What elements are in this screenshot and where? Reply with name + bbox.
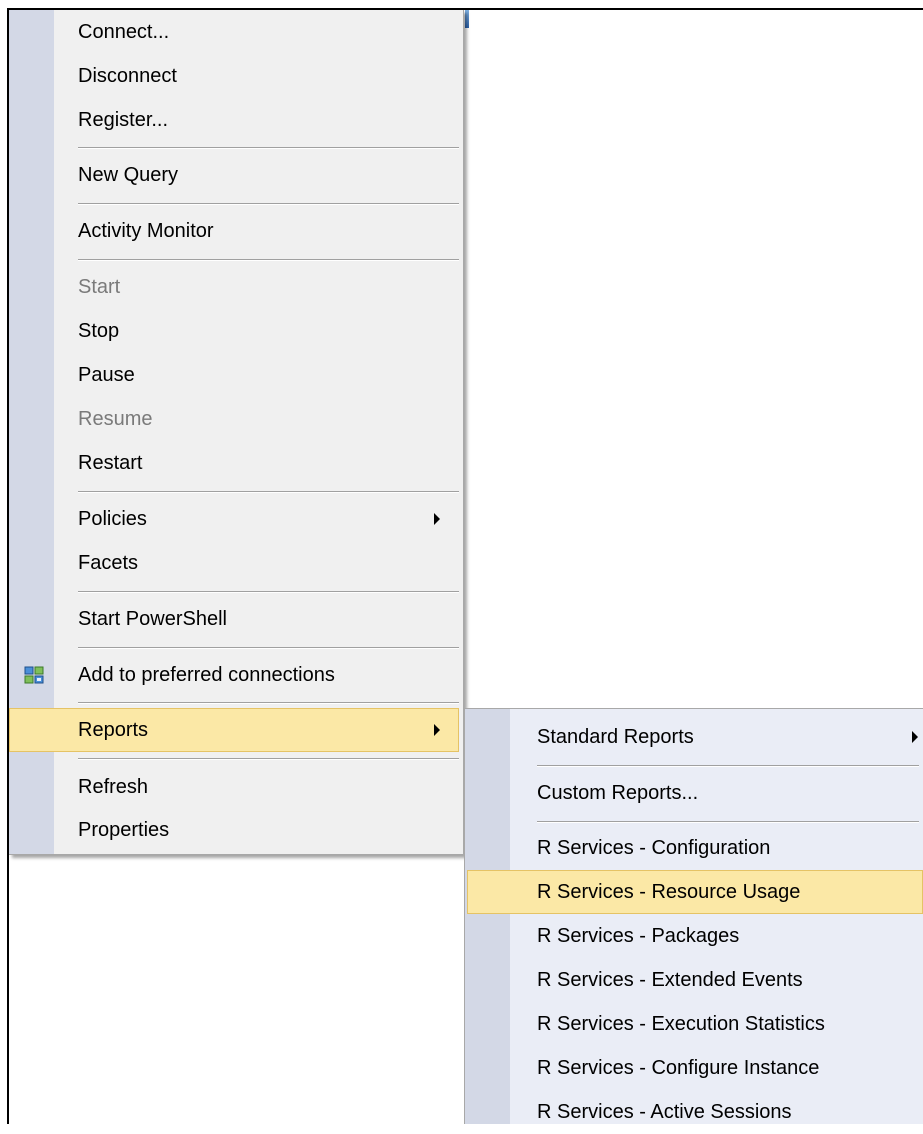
menu-item-label: Pause [78, 364, 135, 386]
submenu-item-r-resource-usage[interactable]: R Services - Resource Usage [467, 870, 923, 914]
menu-separator [537, 765, 919, 767]
menu-item-label: New Query [78, 164, 179, 186]
menu-item-label: Resume [78, 408, 153, 430]
submenu-item-r-configuration[interactable]: R Services - Configuration [465, 826, 923, 870]
chevron-right-icon [434, 513, 440, 525]
menu-item-label: Start [78, 276, 121, 298]
menu-item-label: Disconnect [78, 65, 177, 87]
chevron-right-icon [912, 731, 918, 743]
menu-item-label: Add to preferred connections [78, 664, 335, 686]
reports-submenu: Standard Reports Custom Reports... R Ser… [464, 708, 923, 1124]
tree-node-marker [465, 10, 469, 28]
menu-item-add-preferred-connections[interactable]: Add to preferred connections [9, 653, 463, 697]
menu-item-pause[interactable]: Pause [9, 353, 463, 397]
menu-separator [537, 821, 919, 823]
menu-separator [78, 591, 459, 593]
menu-item-properties[interactable]: Properties [9, 808, 463, 852]
menu-item-label: Standard Reports [537, 726, 694, 748]
menu-separator [78, 147, 459, 149]
submenu-item-r-extended-events[interactable]: R Services - Extended Events [465, 958, 923, 1002]
menu-item-stop[interactable]: Stop [9, 309, 463, 353]
menu-item-label: R Services - Execution Statistics [537, 1013, 825, 1035]
menu-item-label: R Services - Packages [537, 925, 740, 947]
menu-item-new-query[interactable]: New Query [9, 153, 463, 197]
menu-item-connect[interactable]: Connect... [9, 10, 463, 54]
menu-item-register[interactable]: Register... [9, 98, 463, 142]
menu-separator [78, 702, 459, 704]
menu-item-label: R Services - Resource Usage [537, 881, 801, 903]
menu-item-label: R Services - Extended Events [537, 969, 803, 991]
menu-item-label: Custom Reports... [537, 782, 699, 804]
menu-item-start: Start [9, 265, 463, 309]
menu-separator [78, 647, 459, 649]
menu-item-label: Reports [78, 719, 149, 741]
menu-separator [78, 259, 459, 261]
menu-item-label: R Services - Configuration [537, 837, 771, 859]
submenu-item-r-packages[interactable]: R Services - Packages [465, 914, 923, 958]
database-connection-icon [24, 666, 44, 684]
menu-item-label: Policies [78, 508, 147, 530]
menu-item-facets[interactable]: Facets [9, 541, 463, 585]
menu-separator [78, 758, 459, 760]
menu-item-label: R Services - Configure Instance [537, 1057, 820, 1079]
menu-item-label: Activity Monitor [78, 220, 214, 242]
menu-item-label: Stop [78, 320, 120, 342]
menu-item-reports[interactable]: Reports [9, 708, 459, 752]
menu-item-label: Properties [78, 819, 170, 841]
menu-separator [78, 491, 459, 493]
menu-item-label: Connect... [78, 21, 170, 43]
menu-item-activity-monitor[interactable]: Activity Monitor [9, 209, 463, 253]
menu-item-label: Refresh [78, 776, 149, 798]
submenu-item-r-active-sessions[interactable]: R Services - Active Sessions [465, 1090, 923, 1134]
menu-item-label: Facets [78, 552, 139, 574]
menu-item-disconnect[interactable]: Disconnect [9, 54, 463, 98]
submenu-item-standard-reports[interactable]: Standard Reports [465, 715, 923, 759]
menu-item-label: Register... [78, 109, 169, 131]
menu-item-policies[interactable]: Policies [9, 497, 463, 541]
menu-item-start-powershell[interactable]: Start PowerShell [9, 597, 463, 641]
menu-item-label: R Services - Active Sessions [537, 1101, 792, 1123]
menu-item-restart[interactable]: Restart [9, 441, 463, 485]
submenu-item-r-execution-statistics[interactable]: R Services - Execution Statistics [465, 1002, 923, 1046]
submenu-item-r-configure-instance[interactable]: R Services - Configure Instance [465, 1046, 923, 1090]
submenu-item-custom-reports[interactable]: Custom Reports... [465, 771, 923, 815]
context-menu: Connect... Disconnect Register... New Qu… [9, 10, 464, 855]
menu-item-refresh[interactable]: Refresh [9, 765, 463, 809]
menu-separator [78, 203, 459, 205]
menu-item-label: Start PowerShell [78, 608, 227, 630]
menu-item-resume: Resume [9, 397, 463, 441]
menu-item-label: Restart [78, 452, 143, 474]
chevron-right-icon [434, 724, 440, 736]
